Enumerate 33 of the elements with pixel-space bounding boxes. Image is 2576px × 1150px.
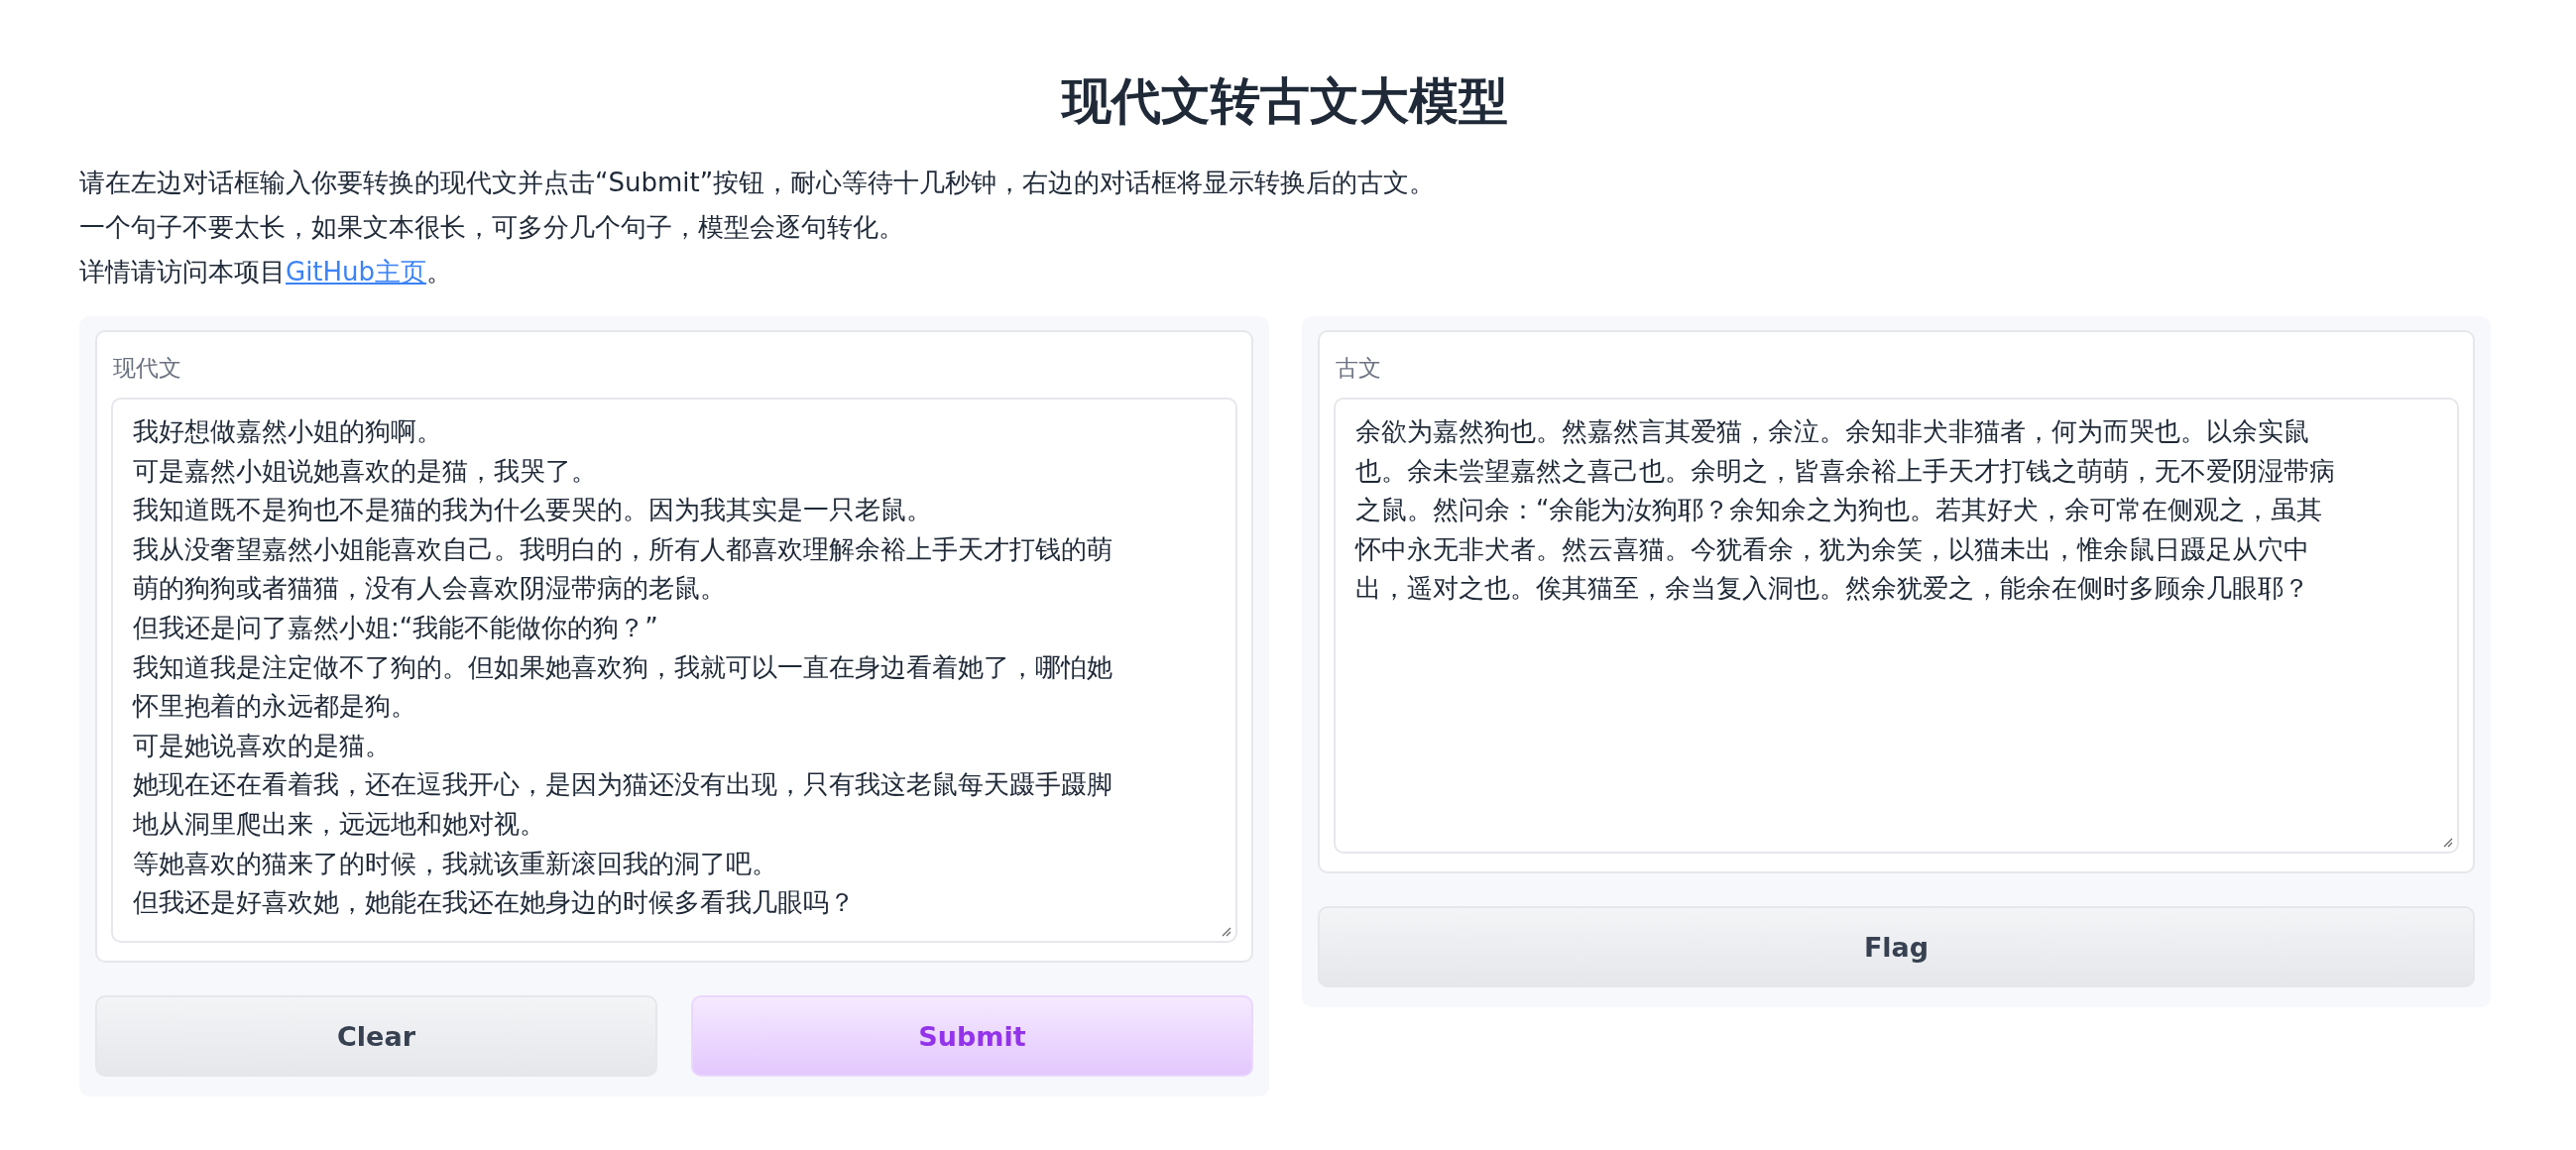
field-label: 现代文 [113,354,182,383]
text-line: 等她喜欢的猫来了的时候，我就该重新滚回我的洞了吧。 [133,847,777,880]
resize-grip-icon[interactable] [2441,836,2453,848]
submit-button[interactable]: Submit [691,995,1253,1077]
instruction-text: 详情请访问本项目 [79,257,286,287]
output-field[interactable]: 余欲为嘉然狗也。然嘉然言其爱猫，余泣。余知非犬非猫者，何为而哭也。以余实鼠 也。余未尝望嘉然之喜己也。余明之，皆喜余裕上手天才打钱之萌萌，无不爱阴湿带病 之鼠。然问余：“余能为汝狗耶？余知余之为狗也。若其好犬，余可常在侧观之，虽其 怀中永无非犬者。然云喜猫。今犹看余，犹为余笑，以猫未出，惟余鼠日蹑足从穴中 出，遥对之也。俟其猫至，余当复入洞也。然余犹爱之，能余在侧时多顾余几眼耶？ [1334,398,2459,854]
text-line: 萌的狗狗或者猫猫，没有人会喜欢阴湿带病的老鼠。 [133,572,726,606]
field-label: 古文 [1336,354,1382,383]
github-link[interactable]: GitHub主页 [286,257,427,287]
input-field[interactable] [111,398,1237,943]
text-line: 但我还是问了嘉然小姐:“我能不能做你的狗？” [133,611,658,644]
instruction-text: 请在左边对话框输入你要转换的现代文并点击“Submit”按钮，耐心等待十几秒钟，右边的对话框将显示转换后的古文。 [79,167,1437,199]
text-line: 也。余未尝望嘉然之喜己也。余明之，皆喜余裕上手天才打钱之萌萌，无不爱阴湿带病 [1355,454,2335,488]
resize-grip-icon[interactable] [1220,925,1231,937]
text-line: 她现在还在看着我，还在逗我开心，是因为猫还没有出现，只有我这老鼠每天蹑手蹑脚 [133,768,1112,802]
text-line: 我好想做嘉然小姐的狗啊。 [133,415,442,448]
text-line: 我知道我是注定做不了狗的。但如果她喜欢狗，我就可以一直在身边看着她了，哪怕她 [133,650,1112,684]
text-line: 我从没奢望嘉然小姐能喜欢自己。我明白的，所有人都喜欢理解余裕上手天才打钱的萌 [133,532,1112,566]
page-title: 现代文转古文大模型 [1060,71,1509,132]
instruction-text: 一个句子不要太长，如果文本很长，可多分几个句子，模型会逐句转化。 [79,211,905,244]
punctuation-text: 。 [426,257,453,287]
text-line: 余欲为嘉然狗也。然嘉然言其爱猫，余泣。余知非犬非猫者，何为而哭也。以余实鼠 [1355,415,2309,448]
flag-button[interactable]: Flag [1318,906,2475,987]
text-line: 但我还是好喜欢她，她能在我还在她身边的时候多看我几眼吗？ [133,886,855,920]
text-line: 我知道既不是狗也不是猫的我为什么要哭的。因为我其实是一只老鼠。 [133,494,932,527]
text-line: 地从洞里爬出来，远远地和她对视。 [133,807,545,841]
clear-button[interactable]: Clear [95,995,657,1077]
text-line: 出，遥对之也。俟其猫至，余当复入洞也。然余犹爱之，能余在侧时多顾余几眼耶？ [1355,572,2309,606]
text-line: 怀里抱着的永远都是狗。 [133,690,416,724]
text-line: 可是她说喜欢的是猫。 [133,729,391,762]
text-line: 之鼠。然问余：“余能为汝狗耶？余知余之为狗也。若其好犬，余可常在侧观之，虽其 [1355,494,2323,527]
text-line: 可是嘉然小姐说她喜欢的是猫，我哭了。 [133,454,597,488]
text-line: 怀中永无非犬者。然云喜猫。今犹看余，犹为余笑，以猫未出，惟余鼠日蹑足从穴中 [1355,532,2309,566]
